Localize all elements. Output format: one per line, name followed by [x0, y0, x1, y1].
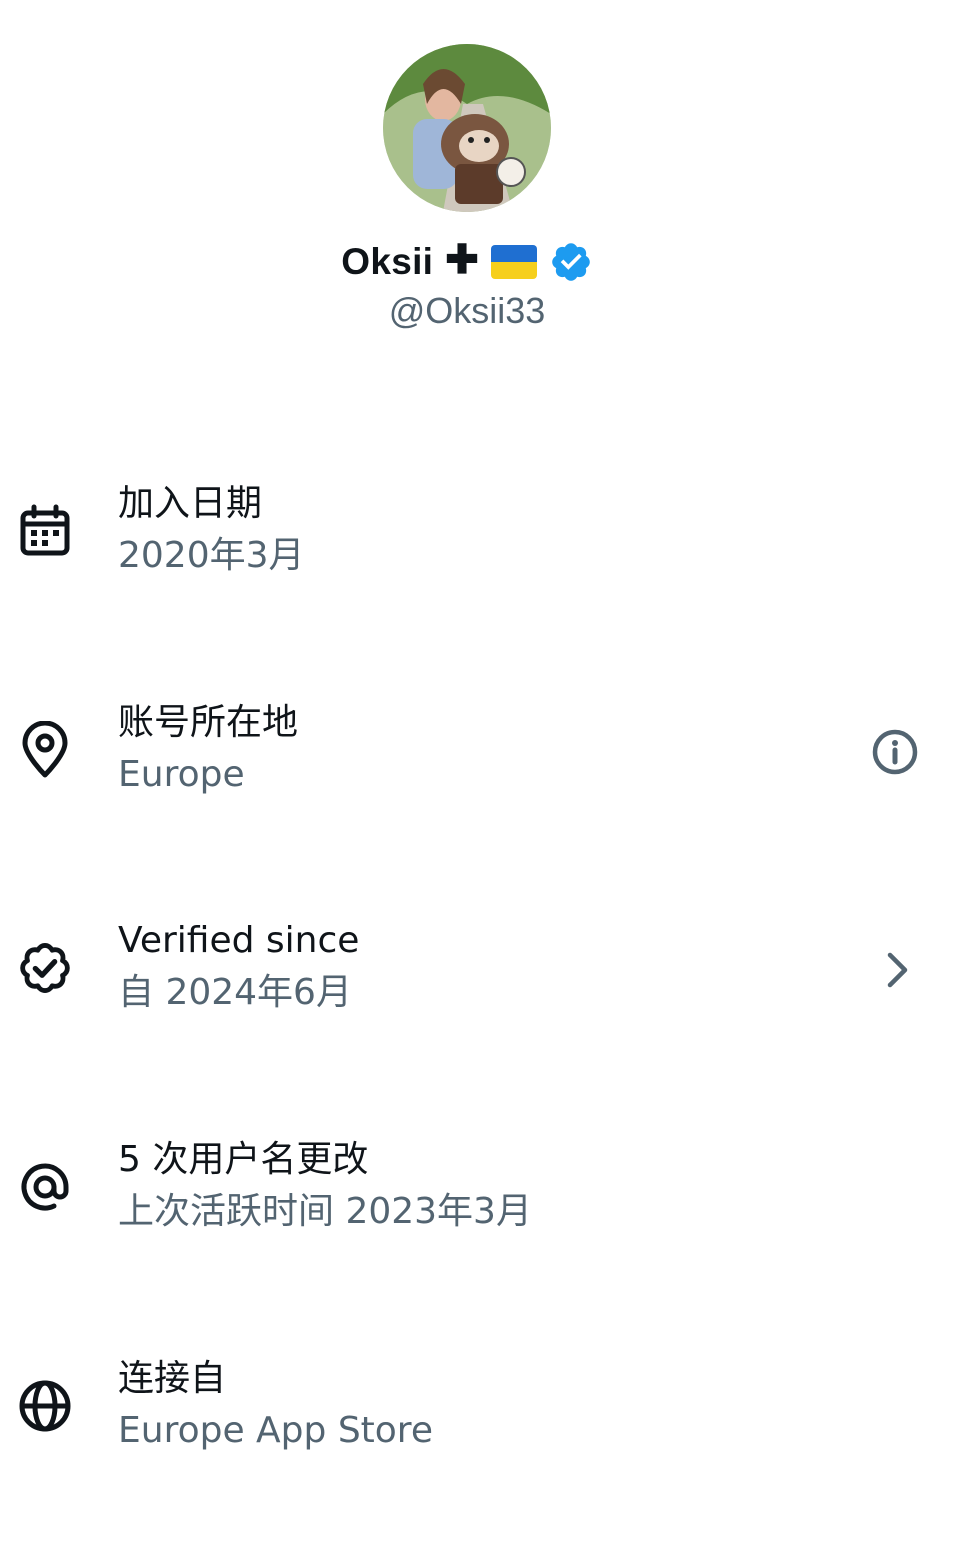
calendar-icon	[20, 504, 70, 556]
detail-value: Europe App Store	[118, 1410, 433, 1451]
detail-title: 加入日期	[118, 483, 263, 524]
detail-value: 上次活跃时间 2023年3月	[118, 1191, 532, 1232]
detail-row-username-changes: 5 次用户名更改 上次活跃时间 2023年3月	[0, 1136, 960, 1246]
detail-title: 账号所在地	[118, 702, 299, 743]
profile-avatar[interactable]	[383, 44, 551, 212]
detail-title: 连接自	[118, 1358, 227, 1399]
profile-handle: @Oksii33	[388, 290, 546, 331]
detail-value: 2020年3月	[118, 535, 305, 576]
detail-row-verified-since[interactable]: Verified since 自 2024年6月	[0, 917, 960, 1027]
verified-seal-icon	[20, 942, 70, 994]
profile-name-row: Oksii ✚	[0, 236, 934, 288]
ukraine-flag-icon	[490, 245, 537, 279]
detail-title: 5 次用户名更改	[118, 1139, 369, 1180]
verified-badge-icon[interactable]	[549, 240, 593, 284]
detail-row-joined: 加入日期 2020年3月	[0, 480, 960, 590]
detail-value: 自 2024年6月	[118, 972, 352, 1013]
detail-value: Europe	[118, 754, 245, 795]
chevron-right-icon	[887, 952, 908, 988]
info-icon[interactable]	[866, 723, 924, 781]
detail-row-account-location: 账号所在地 Europe	[0, 699, 960, 809]
location-pin-icon	[22, 721, 68, 778]
display-name: Oksii	[341, 241, 434, 282]
plus-icon: ✚	[445, 238, 479, 282]
detail-row-connected-via: 连接自 Europe App Store	[0, 1355, 960, 1465]
globe-icon	[19, 1380, 71, 1432]
at-sign-icon	[21, 1163, 69, 1211]
detail-title: Verified since	[118, 920, 360, 961]
